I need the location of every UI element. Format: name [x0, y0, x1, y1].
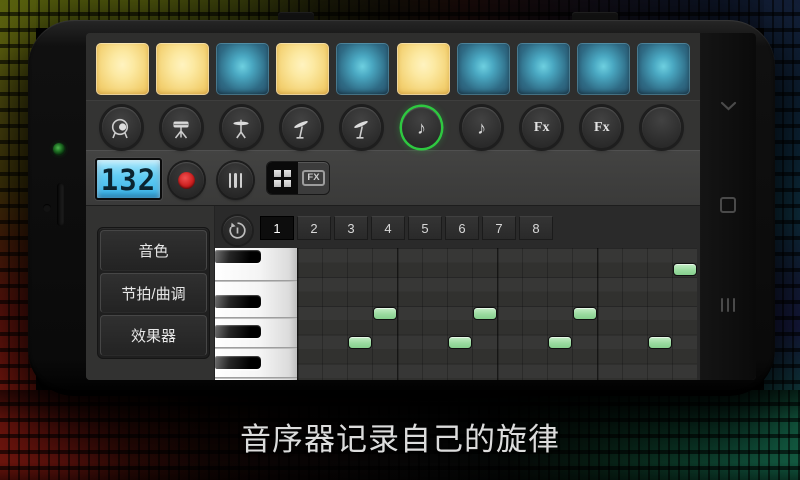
record-button[interactable]	[169, 162, 204, 198]
sequencer-note-c15-r6[interactable]	[648, 336, 672, 349]
phone-frame: 132 FX 音色节拍/曲调效果器	[28, 20, 775, 396]
marketing-caption: 音序器记录自己的旋律	[0, 414, 800, 459]
screenshot-stage: 132 FX 音色节拍/曲调效果器	[0, 0, 800, 480]
fx-text: Fx	[594, 120, 610, 136]
instrument-hihat-cymbal-button[interactable]	[222, 107, 261, 148]
sequencer-note-c3-r6[interactable]	[348, 336, 372, 349]
nav-menu-icon[interactable]	[700, 298, 756, 312]
keyboard-mode-button[interactable]	[218, 162, 253, 198]
step-tab-1[interactable]: 1	[260, 216, 294, 240]
white-key-divider	[215, 347, 297, 349]
black-key[interactable]	[215, 295, 261, 308]
black-key[interactable]	[215, 250, 261, 263]
drum-pad-1-yellow[interactable]	[96, 43, 149, 95]
step-tab-4[interactable]: 4	[371, 216, 405, 240]
instrument-kick-drum-button[interactable]	[102, 107, 141, 148]
pads-fx-toggle: FX	[266, 161, 330, 195]
loop-button[interactable]	[223, 216, 252, 245]
instrument-eighth-note-button[interactable]: ♪	[402, 107, 441, 148]
step-tab-5[interactable]: 5	[408, 216, 442, 240]
black-key[interactable]	[215, 356, 261, 369]
white-key-divider	[215, 280, 297, 282]
black-key[interactable]	[215, 325, 261, 338]
step-tab-6[interactable]: 6	[445, 216, 479, 240]
piano-keyboard[interactable]	[215, 248, 297, 380]
step-tab-3[interactable]: 3	[334, 216, 368, 240]
instrument-crash-cymbal-button[interactable]	[342, 107, 381, 148]
pads-grid-icon	[274, 170, 291, 187]
drum-pad-6-yellow[interactable]	[397, 43, 450, 95]
piano-keys-icon	[229, 173, 243, 188]
sequencer-sidebar: 音色节拍/曲调效果器	[97, 227, 210, 359]
android-navbar	[700, 33, 756, 380]
white-key-divider	[215, 317, 297, 319]
instrument-fx-label-button[interactable]: Fx	[522, 107, 561, 148]
nav-chevron-down-icon[interactable]	[700, 101, 756, 111]
fx-mode-button[interactable]: FX	[298, 162, 329, 194]
drum-pad-8-blue[interactable]	[517, 43, 570, 95]
drum-pad-10-blue[interactable]	[637, 43, 690, 95]
pads-mode-button[interactable]	[267, 162, 298, 194]
instrument-snare-drum-button[interactable]	[162, 107, 201, 148]
drum-pad-5-blue[interactable]	[336, 43, 389, 95]
sequencer-note-c7-r6[interactable]	[448, 336, 472, 349]
instrument-eighth-note-button[interactable]: ♪	[462, 107, 501, 148]
sequencer-note-c16-r1[interactable]	[673, 263, 697, 276]
fx-badge: FX	[302, 170, 324, 186]
app-screen: 132 FX 音色节拍/曲调效果器	[86, 33, 756, 380]
sequencer-note-c4-r4[interactable]	[373, 307, 397, 320]
drum-pad-3-blue[interactable]	[216, 43, 269, 95]
step-tab-2[interactable]: 2	[297, 216, 331, 240]
sidebar-item-tone[interactable]: 音色	[100, 230, 207, 271]
step-tab-7[interactable]: 7	[482, 216, 516, 240]
drum-pad-9-blue[interactable]	[577, 43, 630, 95]
speaker-slot	[57, 183, 64, 226]
bpm-display[interactable]: 132	[95, 158, 162, 200]
sidebar-item-beat-melody[interactable]: 节拍/曲调	[100, 273, 207, 314]
fx-text: Fx	[534, 120, 550, 136]
drum-pads-panel	[86, 33, 700, 100]
step-tab-8[interactable]: 8	[519, 216, 553, 240]
record-icon	[178, 172, 195, 189]
drum-pad-7-blue[interactable]	[457, 43, 510, 95]
instrument-crash-cymbal-button[interactable]	[282, 107, 321, 148]
sequencer-note-c8-r4[interactable]	[473, 307, 497, 320]
drum-pad-4-yellow[interactable]	[276, 43, 329, 95]
nav-home-square-icon[interactable]	[700, 197, 756, 213]
sidebar-item-effects[interactable]: 效果器	[100, 315, 207, 356]
drum-pad-2-yellow[interactable]	[156, 43, 209, 95]
loop-icon	[228, 221, 247, 240]
white-key-divider	[215, 377, 297, 379]
notification-led	[53, 143, 65, 155]
sequencer-grid[interactable]	[297, 248, 697, 380]
sequencer-note-c11-r6[interactable]	[548, 336, 572, 349]
sequencer-note-c12-r4[interactable]	[573, 307, 597, 320]
front-camera	[43, 204, 51, 212]
